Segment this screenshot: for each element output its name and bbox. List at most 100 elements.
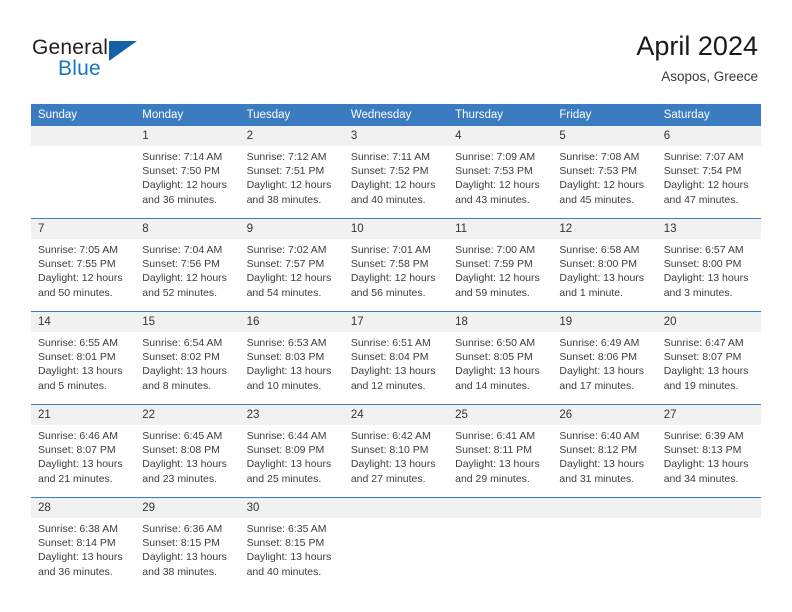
daylight-text-line2: and 34 minutes. xyxy=(663,472,739,485)
calendar-day-cell[interactable]: 3 Sunrise: 7:11 AM Sunset: 7:52 PM Daylight… xyxy=(343,126,449,219)
calendar-day-cell[interactable]: 13 Sunrise: 6:57 AM Sunset: 8:00 PM Dayligh… xyxy=(656,218,761,312)
daylight-text-line2: and 38 minutes. xyxy=(142,565,217,578)
weekday-header-friday: Friday xyxy=(552,104,657,126)
calendar-day-cell-empty xyxy=(552,497,657,590)
daylight-text-line2: and 25 minutes. xyxy=(246,472,322,485)
daylight-text-line2: and 56 minutes. xyxy=(350,286,426,299)
sunrise-text: Sunrise: 6:51 AM xyxy=(350,337,431,349)
calendar-day-cell[interactable]: 25 Sunrise: 6:41 AM Sunset: 8:11 PM Dayligh… xyxy=(448,404,553,498)
calendar-day-cell[interactable]: 23 Sunrise: 6:44 AM Sunset: 8:09 PM Dayligh… xyxy=(239,404,344,498)
daylight-text-line1: Daylight: 13 hours xyxy=(350,365,436,378)
sunrise-text: Sunrise: 6:55 AM xyxy=(38,337,118,349)
daylight-text-line1: Daylight: 13 hours xyxy=(246,365,332,378)
daylight-text-line1: Daylight: 12 hours xyxy=(663,179,749,192)
calendar-week-row: 7 Sunrise: 7:05 AM Sunset: 7:55 PM Daylight… xyxy=(31,218,761,312)
day-number: 5 xyxy=(552,126,657,146)
calendar-day-cell[interactable]: 4 Sunrise: 7:09 AM Sunset: 7:53 PM Daylight… xyxy=(448,126,553,219)
calendar-day-cell[interactable]: 10 Sunrise: 7:01 AM Sunset: 7:58 PM Dayligh… xyxy=(343,218,449,312)
page-title: April 2024 xyxy=(636,31,758,61)
day-details: Sunrise: 6:38 AM Sunset: 8:14 PM Daylight:… xyxy=(31,518,136,590)
day-details: Sunrise: 6:35 AM Sunset: 8:15 PM Daylight:… xyxy=(239,518,344,590)
general-blue-logo[interactable]: General Blue xyxy=(32,36,162,84)
calendar-day-cell[interactable]: 7 Sunrise: 7:05 AM Sunset: 7:55 PM Daylight… xyxy=(31,218,136,312)
calendar-day-cell[interactable]: 6 Sunrise: 7:07 AM Sunset: 7:54 PM Daylight… xyxy=(656,126,761,219)
title-block: April 2024 Asopos, Greece xyxy=(636,30,758,85)
sunset-text: Sunset: 7:52 PM xyxy=(350,165,429,178)
daylight-text-line2: and 40 minutes. xyxy=(350,193,426,206)
day-number: 19 xyxy=(552,312,657,332)
day-details: Sunrise: 7:05 AM Sunset: 7:55 PM Daylight:… xyxy=(31,239,136,311)
weekday-header-thursday: Thursday xyxy=(448,104,553,126)
calendar-week-row: 28 Sunrise: 6:38 AM Sunset: 8:14 PM Dayligh… xyxy=(31,497,761,590)
daylight-text-line1: Daylight: 13 hours xyxy=(246,458,332,471)
sunset-text: Sunset: 8:10 PM xyxy=(350,444,429,457)
sunrise-text: Sunrise: 6:58 AM xyxy=(559,244,640,256)
calendar-day-cell[interactable]: 11 Sunrise: 7:00 AM Sunset: 7:59 PM Dayligh… xyxy=(448,218,553,312)
daylight-text-line2: and 36 minutes. xyxy=(142,193,217,206)
calendar-day-cell[interactable]: 1 Sunrise: 7:14 AM Sunset: 7:50 PM Daylight… xyxy=(135,126,240,219)
daylight-text-line2: and 31 minutes. xyxy=(559,472,635,485)
sunrise-text: Sunrise: 6:54 AM xyxy=(142,337,223,349)
sunset-text: Sunset: 8:04 PM xyxy=(350,351,429,364)
calendar-day-cell[interactable]: 2 Sunrise: 7:12 AM Sunset: 7:51 PM Daylight… xyxy=(239,126,344,219)
day-details: Sunrise: 7:07 AM Sunset: 7:54 PM Daylight:… xyxy=(656,146,761,218)
sunrise-text: Sunrise: 7:11 AM xyxy=(350,151,431,163)
calendar-day-cell[interactable]: 8 Sunrise: 7:04 AM Sunset: 7:56 PM Daylight… xyxy=(135,218,240,312)
calendar-day-cell[interactable]: 21 Sunrise: 6:46 AM Sunset: 8:07 PM Dayligh… xyxy=(31,404,136,498)
sunset-text: Sunset: 7:53 PM xyxy=(559,165,638,178)
day-details xyxy=(448,518,553,590)
sunset-text: Sunset: 7:53 PM xyxy=(455,165,533,178)
day-details: Sunrise: 6:58 AM Sunset: 8:00 PM Daylight:… xyxy=(552,239,657,311)
day-number xyxy=(343,498,449,518)
calendar-day-cell[interactable]: 29 Sunrise: 6:36 AM Sunset: 8:15 PM Dayligh… xyxy=(135,497,240,590)
daylight-text-line2: and 38 minutes. xyxy=(246,193,322,206)
day-details: Sunrise: 7:00 AM Sunset: 7:59 PM Daylight:… xyxy=(448,239,553,311)
calendar-day-cell[interactable]: 27 Sunrise: 6:39 AM Sunset: 8:13 PM Dayligh… xyxy=(656,404,761,498)
daylight-text-line2: and 3 minutes. xyxy=(663,286,733,299)
calendar-day-cell[interactable]: 15 Sunrise: 6:54 AM Sunset: 8:02 PM Dayligh… xyxy=(135,311,240,405)
day-details: Sunrise: 7:12 AM Sunset: 7:51 PM Daylight:… xyxy=(239,146,344,218)
day-number: 2 xyxy=(239,126,344,146)
calendar-day-cell[interactable]: 12 Sunrise: 6:58 AM Sunset: 8:00 PM Dayligh… xyxy=(552,218,657,312)
calendar-day-cell[interactable]: 30 Sunrise: 6:35 AM Sunset: 8:15 PM Dayligh… xyxy=(239,497,344,590)
calendar-day-cell[interactable]: 9 Sunrise: 7:02 AM Sunset: 7:57 PM Daylight… xyxy=(239,218,344,312)
triangle-logo-icon xyxy=(109,41,137,61)
sunrise-text: Sunrise: 7:07 AM xyxy=(663,151,744,163)
calendar-day-cell-empty xyxy=(448,497,553,590)
calendar-day-cell[interactable]: 28 Sunrise: 6:38 AM Sunset: 8:14 PM Dayligh… xyxy=(31,497,136,590)
calendar-day-cell[interactable]: 14 Sunrise: 6:55 AM Sunset: 8:01 PM Dayligh… xyxy=(31,311,136,405)
sunrise-text: Sunrise: 7:14 AM xyxy=(142,151,223,163)
calendar-day-cell[interactable]: 17 Sunrise: 6:51 AM Sunset: 8:04 PM Dayligh… xyxy=(343,311,449,405)
calendar-day-cell[interactable]: 20 Sunrise: 6:47 AM Sunset: 8:07 PM Dayligh… xyxy=(656,311,761,405)
day-number: 13 xyxy=(656,219,761,239)
calendar-week-row: 21 Sunrise: 6:46 AM Sunset: 8:07 PM Dayligh… xyxy=(31,404,761,498)
day-number: 26 xyxy=(552,405,657,425)
daylight-text-line1: Daylight: 12 hours xyxy=(246,179,332,192)
calendar-day-cell[interactable]: 5 Sunrise: 7:08 AM Sunset: 7:53 PM Daylight… xyxy=(552,126,657,219)
calendar-day-cell[interactable]: 24 Sunrise: 6:42 AM Sunset: 8:10 PM Dayligh… xyxy=(343,404,449,498)
sunset-text: Sunset: 7:56 PM xyxy=(142,258,220,271)
daylight-text-line2: and 23 minutes. xyxy=(142,472,217,485)
calendar-day-cell[interactable]: 26 Sunrise: 6:40 AM Sunset: 8:12 PM Dayligh… xyxy=(552,404,657,498)
calendar-day-cell[interactable]: 16 Sunrise: 6:53 AM Sunset: 8:03 PM Dayligh… xyxy=(239,311,344,405)
daylight-text-line2: and 1 minute. xyxy=(559,286,624,299)
daylight-text-line2: and 19 minutes. xyxy=(663,379,739,392)
day-number: 3 xyxy=(343,126,449,146)
daylight-text-line1: Daylight: 13 hours xyxy=(246,551,332,564)
daylight-text-line2: and 8 minutes. xyxy=(142,379,212,392)
calendar-day-cell[interactable]: 22 Sunrise: 6:45 AM Sunset: 8:08 PM Dayligh… xyxy=(135,404,240,498)
daylight-text-line2: and 36 minutes. xyxy=(38,565,113,578)
calendar-day-cell[interactable]: 19 Sunrise: 6:49 AM Sunset: 8:06 PM Dayligh… xyxy=(552,311,657,405)
sunset-text: Sunset: 8:15 PM xyxy=(246,537,325,550)
sunset-text: Sunset: 8:08 PM xyxy=(142,444,220,457)
daylight-text-line2: and 29 minutes. xyxy=(455,472,530,485)
day-details: Sunrise: 6:49 AM Sunset: 8:06 PM Daylight:… xyxy=(552,332,657,404)
sunset-text: Sunset: 8:07 PM xyxy=(38,444,116,457)
calendar-day-cell[interactable]: 18 Sunrise: 6:50 AM Sunset: 8:05 PM Dayligh… xyxy=(448,311,553,405)
daylight-text-line2: and 12 minutes. xyxy=(350,379,426,392)
day-number: 6 xyxy=(656,126,761,146)
weekday-header-sunday: Sunday xyxy=(31,104,136,126)
sunset-text: Sunset: 8:13 PM xyxy=(663,444,742,457)
daylight-text-line1: Daylight: 13 hours xyxy=(663,365,749,378)
day-details xyxy=(656,518,761,590)
